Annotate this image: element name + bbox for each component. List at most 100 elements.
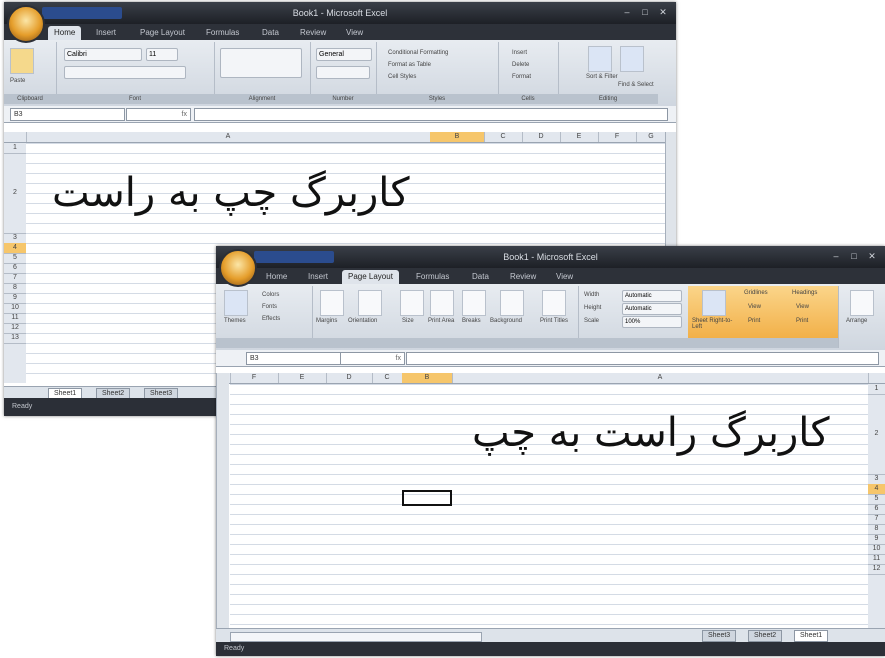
column-header[interactable]: B <box>402 373 453 383</box>
tab-insert[interactable]: Insert <box>90 26 122 40</box>
office-button[interactable] <box>219 249 257 287</box>
conditional-formatting-button[interactable]: Conditional Formatting <box>388 50 448 56</box>
find-select-icon[interactable] <box>620 46 644 72</box>
size-label: Size <box>402 318 414 324</box>
sheet-rtl-icon[interactable] <box>702 290 726 316</box>
sheet-tab[interactable]: Sheet2 <box>748 630 783 642</box>
orientation-icon[interactable] <box>358 290 382 316</box>
tab-page-layout[interactable]: Page Layout <box>342 270 399 284</box>
column-header[interactable]: C <box>372 373 403 383</box>
maximize-icon[interactable]: □ <box>638 6 652 18</box>
fx-icon[interactable]: fx <box>340 352 405 365</box>
headings-view-checkbox[interactable]: View <box>796 304 809 310</box>
print-area-icon[interactable] <box>430 290 454 316</box>
vertical-scrollbar[interactable] <box>216 373 229 628</box>
themes-icon[interactable] <box>224 290 248 316</box>
title-bar: Book1 - Microsoft Excel – □ ✕ <box>4 2 676 24</box>
name-box[interactable]: B3 <box>246 352 341 365</box>
sheet-tab[interactable]: Sheet3 <box>702 630 737 642</box>
effects-button[interactable]: Effects <box>262 316 280 322</box>
tab-view[interactable]: View <box>550 270 579 284</box>
column-header[interactable]: D <box>326 373 373 383</box>
tab-review[interactable]: Review <box>504 270 542 284</box>
close-icon[interactable]: ✕ <box>865 250 879 262</box>
tab-formulas[interactable]: Formulas <box>410 270 455 284</box>
tab-review[interactable]: Review <box>294 26 332 40</box>
delete-cells-button[interactable]: Delete <box>512 62 529 68</box>
group-label: Cells <box>498 94 558 104</box>
column-header[interactable]: D <box>522 132 561 142</box>
arrange-icon[interactable] <box>850 290 874 316</box>
margins-icon[interactable] <box>320 290 344 316</box>
row-headers: 1 2 3 4 5 6 7 8 9 10 11 12 13 <box>4 143 26 383</box>
formula-input[interactable] <box>194 108 668 121</box>
group-label: Alignment <box>214 94 310 104</box>
fonts-button[interactable]: Fonts <box>262 304 277 310</box>
sheet-tab[interactable]: Sheet1 <box>794 630 829 642</box>
scale-to-fit-group: Width Automatic Height Automatic Scale 1… <box>578 286 689 348</box>
sort-filter-icon[interactable] <box>588 46 612 72</box>
size-icon[interactable] <box>400 290 424 316</box>
office-button[interactable] <box>7 5 45 43</box>
tab-data[interactable]: Data <box>256 26 285 40</box>
select-all-corner[interactable] <box>868 373 885 383</box>
group-label: Styles <box>376 94 498 104</box>
formula-input[interactable] <box>406 352 879 365</box>
tab-formulas[interactable]: Formulas <box>200 26 245 40</box>
gridlines-view-checkbox[interactable]: View <box>748 304 761 310</box>
print-titles-icon[interactable] <box>542 290 566 316</box>
minimize-icon[interactable]: – <box>829 250 843 262</box>
column-header[interactable]: C <box>484 132 523 142</box>
column-header[interactable]: F <box>598 132 637 142</box>
column-header[interactable]: G <box>636 132 667 142</box>
minimize-icon[interactable]: – <box>620 6 634 18</box>
font-size-box[interactable]: 11 <box>146 48 178 61</box>
number-buttons[interactable] <box>316 66 370 79</box>
tab-data[interactable]: Data <box>466 270 495 284</box>
height-select[interactable]: Automatic <box>622 303 682 315</box>
column-header[interactable]: A <box>26 132 431 142</box>
number-format-box[interactable]: General <box>316 48 372 61</box>
group-label: Clipboard <box>4 94 56 104</box>
headings-print-checkbox[interactable]: Print <box>796 318 808 324</box>
tab-page-layout[interactable]: Page Layout <box>134 26 191 40</box>
alignment-buttons[interactable] <box>220 48 302 78</box>
font-name-box[interactable]: Calibri <box>64 48 142 61</box>
active-cell[interactable] <box>402 490 452 506</box>
tab-insert[interactable]: Insert <box>302 270 334 284</box>
cell-styles-button[interactable]: Cell Styles <box>388 74 416 80</box>
row-header[interactable]: 12 <box>868 564 885 575</box>
horizontal-scrollbar[interactable] <box>230 632 482 642</box>
themes-label: Themes <box>224 318 246 324</box>
colors-button[interactable]: Colors <box>262 292 279 298</box>
close-icon[interactable]: ✕ <box>656 6 670 18</box>
format-as-table-button[interactable]: Format as Table <box>388 62 431 68</box>
paste-icon[interactable] <box>10 48 34 74</box>
select-all-corner[interactable] <box>4 132 27 142</box>
row-header[interactable]: 2 <box>4 153 26 234</box>
tab-home[interactable]: Home <box>260 270 293 284</box>
name-box[interactable]: B3 <box>10 108 125 121</box>
tab-home[interactable]: Home <box>48 26 82 40</box>
font-format-buttons[interactable] <box>64 66 186 79</box>
column-header[interactable]: E <box>560 132 599 142</box>
background-icon[interactable] <box>500 290 524 316</box>
gridlines-print-checkbox[interactable]: Print <box>748 318 760 324</box>
insert-cells-button[interactable]: Insert <box>512 50 527 56</box>
column-header[interactable]: E <box>278 373 327 383</box>
column-headers: A B C D E F G <box>4 132 676 143</box>
column-header[interactable]: B <box>430 132 485 142</box>
row-header[interactable]: 13 <box>4 333 26 344</box>
fx-icon[interactable]: fx <box>126 108 191 121</box>
scale-input[interactable]: 100% <box>622 316 682 328</box>
maximize-icon[interactable]: □ <box>847 250 861 262</box>
tab-view[interactable]: View <box>340 26 369 40</box>
breaks-icon[interactable] <box>462 290 486 316</box>
row-header[interactable]: 2 <box>868 394 885 475</box>
ribbon-tabs: Home Insert Page Layout Formulas Data Re… <box>4 24 676 40</box>
column-header[interactable]: F <box>230 373 279 383</box>
gridlines-label: Gridlines <box>744 290 768 296</box>
width-select[interactable]: Automatic <box>622 290 682 302</box>
column-header[interactable]: A <box>452 373 869 383</box>
format-cells-button[interactable]: Format <box>512 74 531 80</box>
